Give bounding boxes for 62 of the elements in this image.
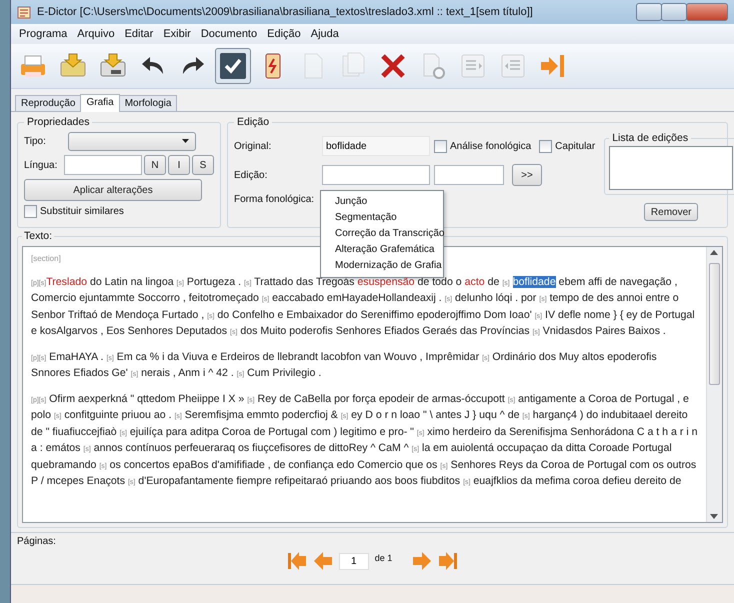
edition-field[interactable] [434,165,504,185]
page-field[interactable]: 1 [338,552,369,570]
app-icon [17,5,31,19]
tab[interactable]: Grafia [80,94,120,112]
tab[interactable]: Reprodução [15,95,82,111]
menu-option[interactable]: Junção [321,194,443,210]
menu-item[interactable]: Ajuda [306,28,343,40]
section-label: Páginas: [17,536,57,547]
scroll-up-icon[interactable] [710,250,718,255]
checkmark-icon [217,50,249,82]
checkbox[interactable] [539,140,552,152]
section-tag: [section] [31,252,61,266]
menu-item[interactable]: Arquivo [73,28,119,40]
menu-item[interactable]: Programa [15,28,72,40]
checkbox[interactable] [434,140,447,152]
text-editor[interactable] [22,246,723,523]
minimize-button[interactable] [636,3,662,21]
maximize-button[interactable] [661,3,687,21]
tab[interactable]: Morfologia [118,95,178,111]
field-label: Língua: [24,160,58,170]
scroll-down-icon[interactable] [710,514,718,519]
type-dropdown[interactable] [68,132,196,151]
language-button[interactable]: N [144,155,166,175]
checkbox[interactable] [24,205,37,218]
menu-option[interactable]: Alteração Grafemática [321,242,443,258]
field-label: Tipo: [24,136,47,147]
first-page-button[interactable] [286,551,307,571]
group-title: Lista de edições [611,132,690,144]
caret-icon [182,139,189,143]
field-label: Original: [234,140,272,152]
apply-button[interactable]: Aplicar alterações [24,179,202,201]
section-label: Texto: [23,230,54,242]
remove-button[interactable]: Remover [644,203,698,221]
menu-item[interactable]: Editar [120,28,158,40]
previous-page-button[interactable] [312,551,333,571]
checkbox-label: Análise fonológica [450,140,532,152]
group-title: Edição [236,116,270,128]
page-count: de 1 [374,553,392,563]
language-button[interactable]: I [168,155,190,175]
field-label: Forma fonológica: [234,194,316,205]
menu-item[interactable]: Edição [263,28,305,40]
scrollbar[interactable] [706,247,722,522]
edits-list[interactable] [609,146,734,190]
menu-option[interactable]: Segmentação [321,210,443,226]
edition-field[interactable] [322,165,430,185]
menu-item[interactable]: Documento [196,28,262,40]
language-field[interactable] [64,155,142,175]
checkmark-button[interactable] [215,48,251,84]
language-button[interactable]: S [192,155,214,175]
next-page-button[interactable] [412,551,432,571]
menu-option[interactable]: Modernização de Grafia [321,258,443,274]
checkbox-label: Substituir similares [40,206,124,217]
close-button[interactable] [686,3,728,21]
last-page-button[interactable] [438,551,458,571]
checkbox-label: Capitular [555,140,596,152]
original-field[interactable]: boflidade [322,136,430,156]
field-label: Edição: [234,170,268,180]
group-title: Propriedades [26,116,90,128]
move-button[interactable]: >> [512,164,542,186]
window-title: E-Dictor [C:\Users\mc\Documents\2009\brasiliana\brasiliana_textos\treslado3.xml :: text_1[sem título]] [37,6,534,18]
scroll-thumb[interactable] [709,263,720,385]
menu-item[interactable]: Exibir [159,28,195,40]
